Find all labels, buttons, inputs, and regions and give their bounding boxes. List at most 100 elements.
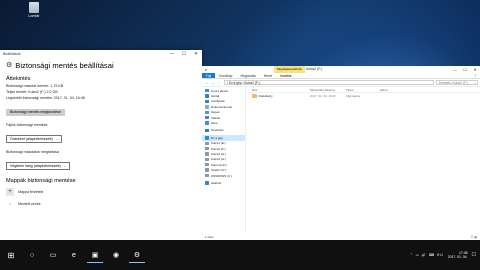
file-date: 2017. 01. 04. 16:47 — [310, 94, 336, 98]
retention-label: Biztonsági másolatok megtartása — [6, 150, 59, 154]
last-backup-text: Legutóbbi biztonsági mentés: 2017. 01. 0… — [6, 96, 85, 100]
file-explorer-taskbar-icon[interactable]: ▣ — [87, 247, 103, 263]
nav-item-icon — [205, 152, 209, 156]
nav-item-icon — [205, 157, 209, 162]
nav-item-icon — [205, 181, 209, 185]
folder-icon — [252, 94, 257, 98]
file-explorer-window: ▾ Meghajtóeszközök Kulcs2 (F:) — ☐ ✕ Fáj… — [202, 66, 480, 240]
file-list: Név Módosítás dátuma Típus Méret FileHis… — [246, 87, 480, 233]
sidebar-item-label: Képek — [211, 110, 220, 115]
nav-item-icon — [205, 128, 209, 133]
recycle-bin-desktop-icon[interactable]: Lomtár — [22, 2, 46, 18]
sidebar-item-label: Gyors elérés — [211, 88, 229, 93]
quick-access-toolbar[interactable]: ▾ — [205, 68, 207, 72]
edge-icon[interactable]: e — [66, 247, 82, 263]
sidebar-item-label: WINDOWS (C:) — [211, 173, 232, 178]
sidebar-item-label: Videók — [211, 115, 221, 120]
up-arrow-icon[interactable]: ↑ — [216, 81, 222, 85]
frequency-value: Óránként (alapértelmezett) — [10, 137, 53, 141]
nav-item-icon — [205, 110, 209, 114]
settings-window: Beállítások — ☐ ✕ ⚙ Biztonsági mentés be… — [0, 50, 202, 240]
sidebar-item-label: Ez a gép — [211, 135, 223, 140]
folder-item-music[interactable]: ♪ Mentett zenék — [6, 200, 196, 208]
tab-view[interactable]: Nézet — [260, 73, 276, 78]
nav-item-icon — [205, 121, 209, 125]
search-placeholder: Keresés: Kulcs2 (F:) — [439, 80, 468, 85]
sidebar-item-label: Telefon (P:) — [211, 168, 227, 173]
nav-item-icon — [205, 141, 209, 145]
start-button[interactable]: ⊞ — [3, 247, 19, 263]
tab-file[interactable]: Fájl — [202, 73, 216, 78]
page-title: Biztonsági mentés beállításai — [15, 61, 114, 70]
tray-icons[interactable]: ⌃ ▭ 🔊 ⌨ HU — [410, 253, 444, 257]
nav-item-icon — [205, 173, 209, 178]
chevron-down-icon: ⌄ — [63, 164, 67, 168]
folders-heading: Mappák biztonsági mentése — [6, 178, 76, 184]
search-input[interactable]: Keresés: Kulcs2 (F:) ⌕ — [436, 79, 478, 86]
sidebar-item-label: Zene — [211, 121, 218, 126]
sidebar-item-label: Kamera (K:) — [211, 162, 228, 167]
settings-titlebar[interactable]: Beállítások — ☐ ✕ — [0, 50, 202, 58]
recycle-bin-label: Lomtár — [28, 14, 40, 18]
chevron-down-icon: ⌄ — [55, 137, 59, 141]
retention-select[interactable]: Végtelen ideig (alapértelmezett) ⌄ — [6, 162, 71, 170]
nav-item-icon — [205, 168, 209, 172]
maximize-button[interactable]: ☐ — [178, 50, 190, 58]
nav-item-icon — [205, 163, 209, 167]
column-size[interactable]: Méret — [380, 88, 410, 92]
nav-item-icon — [205, 136, 209, 140]
tab-share[interactable]: Megosztás — [236, 73, 259, 78]
music-folder-icon: ♪ — [8, 201, 12, 207]
sidebar-item-label: Kulcs2 (F:) — [211, 146, 226, 151]
column-date[interactable]: Módosítás dátuma — [310, 88, 346, 92]
address-bar[interactable]: › Ez a gép › Kulcs2 (F:) — [224, 79, 434, 86]
system-tray: ⌃ ▭ 🔊 ⌨ HU 17:48 2017. 01. 04. ☐ — [410, 251, 480, 260]
total-space-text: Teljes terület: Kulcs2 (F:) 2,0 GB — [6, 90, 58, 94]
tab-home[interactable]: Kezdőlap — [215, 73, 236, 78]
file-type: Fájlmappa — [346, 94, 361, 98]
clock[interactable]: 17:48 2017. 01. 04. — [448, 251, 468, 260]
sidebar-item-label: Asztal — [211, 94, 220, 99]
notification-icon[interactable]: ☐ — [472, 252, 476, 258]
sidebar-item-label: Kulcs3 (G:) — [211, 151, 227, 156]
task-view-icon[interactable]: ▭ — [45, 247, 61, 263]
search-icon: ⌕ — [474, 80, 476, 85]
window-title: Kulcs2 (F:) — [306, 67, 323, 71]
sidebar-item[interactable]: Hálózat — [202, 180, 245, 185]
sidebar-item-label: Dokumentumok — [211, 104, 233, 109]
minimize-button[interactable]: — — [166, 50, 178, 58]
sidebar-item-label: OneDrive — [211, 128, 224, 133]
close-button[interactable]: ✕ — [190, 50, 202, 58]
overview-heading: Áttekintés — [6, 76, 31, 82]
minimize-button[interactable]: — — [450, 66, 460, 73]
sidebar-item-label: Kulcs1 (E:) — [211, 141, 226, 146]
settings-app-title: Beállítások — [3, 52, 21, 56]
drive-tools-context-tab[interactable]: Meghajtóeszközök — [274, 66, 305, 73]
backup-now-button[interactable]: Biztonsági mentés megkezdése — [6, 108, 65, 116]
navigation-pane: Gyors elérés Asztal Letöltések Dokumentumok… — [202, 87, 246, 233]
maximize-button[interactable]: ☐ — [460, 66, 470, 73]
sidebar-item-label: Kulcs4 (H:) — [211, 157, 226, 162]
column-name[interactable]: Név — [246, 88, 310, 92]
column-type[interactable]: Típus — [346, 88, 380, 92]
close-button[interactable]: ✕ — [470, 66, 480, 73]
cortana-icon[interactable]: ○ — [24, 247, 40, 263]
nav-item-icon — [205, 94, 209, 98]
navigation-bar: ← → ↑ › Ez a gép › Kulcs2 (F:) Keresés: … — [202, 79, 480, 87]
store-icon[interactable]: ◉ — [108, 247, 124, 263]
add-folder-label: Mappa felvétele — [18, 190, 44, 194]
settings-taskbar-icon[interactable]: ⚙ — [129, 247, 145, 263]
folder-item-label: Mentett zenék — [18, 202, 41, 206]
frequency-select[interactable]: Óránként (alapértelmezett) ⌄ — [6, 135, 63, 143]
nav-item-icon — [205, 99, 209, 104]
explorer-titlebar[interactable]: ▾ Meghajtóeszközök Kulcs2 (F:) — ☐ ✕ — [202, 66, 480, 73]
add-folder-button[interactable]: + Mappa felvétele — [6, 188, 196, 196]
gear-icon: ⚙ — [6, 61, 13, 69]
recycle-bin-icon — [29, 2, 39, 13]
nav-item-icon — [205, 105, 209, 109]
help-icon[interactable]: ? — [470, 73, 480, 78]
nav-item-icon — [205, 115, 209, 120]
table-row[interactable]: FileHistory 2017. 01. 04. 16:47 Fájlmapp… — [246, 93, 480, 99]
nav-item-icon — [205, 146, 209, 151]
tab-manage[interactable]: Kezelés — [276, 73, 295, 78]
